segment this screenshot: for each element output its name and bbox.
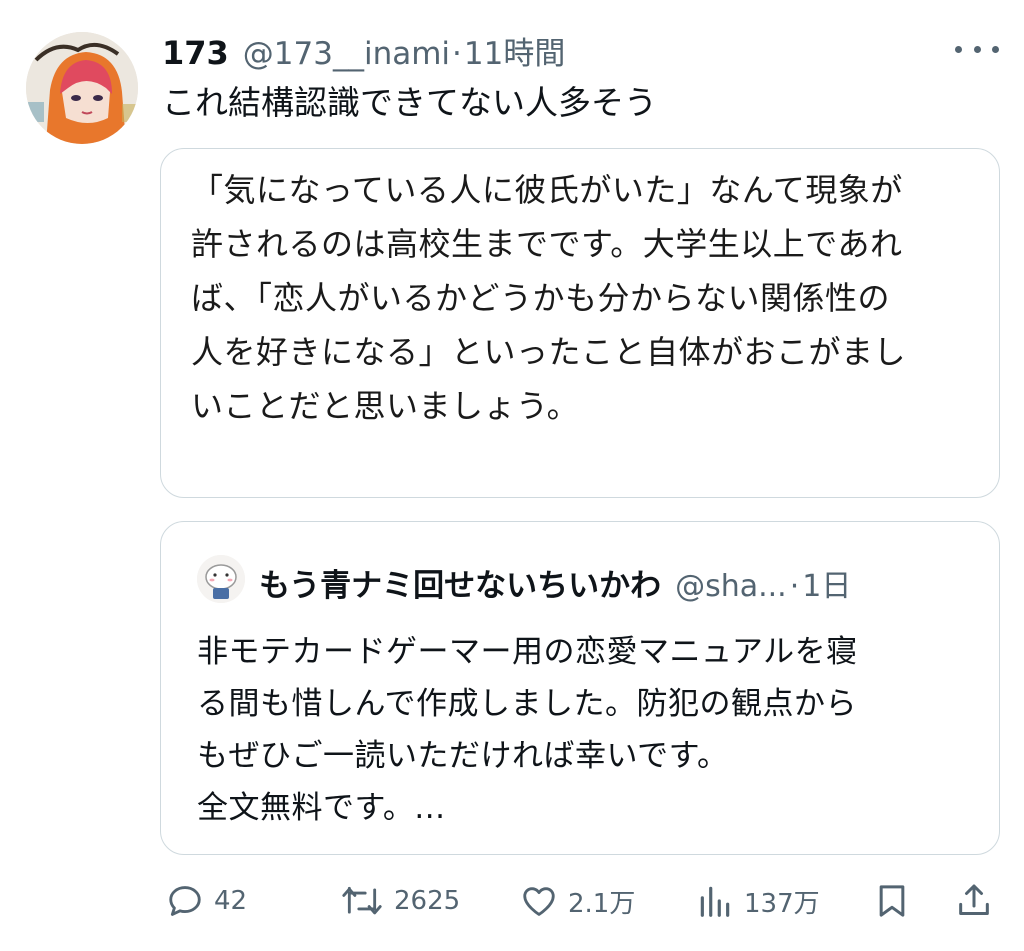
quoted-text-line: 非モテカードゲーマー用の恋愛マニュアルを寝 bbox=[197, 634, 858, 670]
views-icon bbox=[700, 886, 730, 917]
quoted-text-line: 全文無料です。... bbox=[197, 790, 446, 826]
like-count: 2.1万 bbox=[568, 888, 636, 919]
like-button[interactable]: 2.1万 bbox=[520, 874, 635, 928]
quoted-text: 非モテカードゲーマー用の恋愛マニュアルを寝 る間も惜しんで作成しました。防犯の観… bbox=[197, 626, 987, 834]
quoted-text-line: る間も惜しんで作成しました。防犯の観点から bbox=[197, 686, 857, 722]
more-dot bbox=[955, 45, 962, 53]
image-text-line: 人を好きになる」といったこと自体がおこがまし bbox=[191, 333, 907, 371]
quoted-user-handle[interactable]: @sha... bbox=[675, 569, 787, 604]
timestamp[interactable]: 11時間 bbox=[464, 28, 565, 73]
views-button[interactable]: 137万 bbox=[696, 874, 820, 928]
bookmark-button[interactable] bbox=[872, 874, 912, 928]
quoted-tweet[interactable]: もう青ナミ回せないちいかわ @sha... · 1日 非モテカードゲーマー用の恋… bbox=[160, 521, 1000, 855]
image-text-line: いことだと思いましょう。 bbox=[191, 387, 580, 425]
action-bar: 42 2625 2.1万 137万 bbox=[160, 874, 1000, 928]
share-button[interactable] bbox=[954, 874, 994, 928]
share-icon bbox=[959, 884, 989, 915]
image-text-line: 許されるのは高校生までです。大学生以上であれ bbox=[191, 225, 903, 263]
heart-icon bbox=[523, 887, 555, 916]
more-options-icon[interactable] bbox=[955, 34, 999, 64]
image-text-line: ば、「恋人がいるかどうかも分からない関係性の bbox=[191, 279, 891, 317]
bookmark-icon bbox=[879, 885, 905, 917]
views-count: 137万 bbox=[744, 888, 820, 919]
reply-button[interactable]: 42 bbox=[166, 874, 247, 928]
tweet-header: 173 @173__inami · 11時間 bbox=[162, 28, 565, 72]
user-handle[interactable]: @173__inami bbox=[243, 36, 450, 72]
tweet-text: これ結構認識できてない人多そう bbox=[162, 83, 657, 122]
reply-icon bbox=[169, 886, 201, 916]
separator-dot: · bbox=[452, 36, 462, 72]
image-text-line: 「気になっている人に彼氏がいた」なんて現象が bbox=[191, 171, 903, 209]
more-dot bbox=[992, 45, 999, 53]
retweet-button[interactable]: 2625 bbox=[340, 874, 460, 928]
quoted-header: もう青ナミ回せないちいかわ @sha... · 1日 bbox=[259, 560, 979, 604]
image-text: 「気になっている人に彼氏がいた」なんて現象が 許されるのは高校生までです。大学生… bbox=[191, 163, 991, 433]
reply-count: 42 bbox=[214, 886, 248, 916]
quoted-avatar[interactable] bbox=[197, 555, 245, 603]
retweet-count: 2625 bbox=[394, 886, 461, 916]
display-name[interactable]: 173 bbox=[162, 34, 229, 72]
quoted-display-name[interactable]: もう青ナミ回せないちいかわ bbox=[259, 560, 661, 605]
more-dot bbox=[973, 45, 981, 53]
quoted-text-line: もぜひご一読いただければ幸いです。 bbox=[197, 738, 729, 774]
attached-image[interactable]: 「気になっている人に彼氏がいた」なんて現象が 許されるのは高校生までです。大学生… bbox=[160, 148, 1000, 498]
avatar[interactable] bbox=[26, 32, 138, 144]
quoted-timestamp[interactable]: 1日 bbox=[802, 561, 851, 605]
retweet-icon bbox=[342, 886, 382, 915]
tweet: 173 @173__inami · 11時間 これ結構認識できてない人多そう 「… bbox=[0, 0, 1024, 951]
separator-dot: · bbox=[789, 569, 800, 604]
